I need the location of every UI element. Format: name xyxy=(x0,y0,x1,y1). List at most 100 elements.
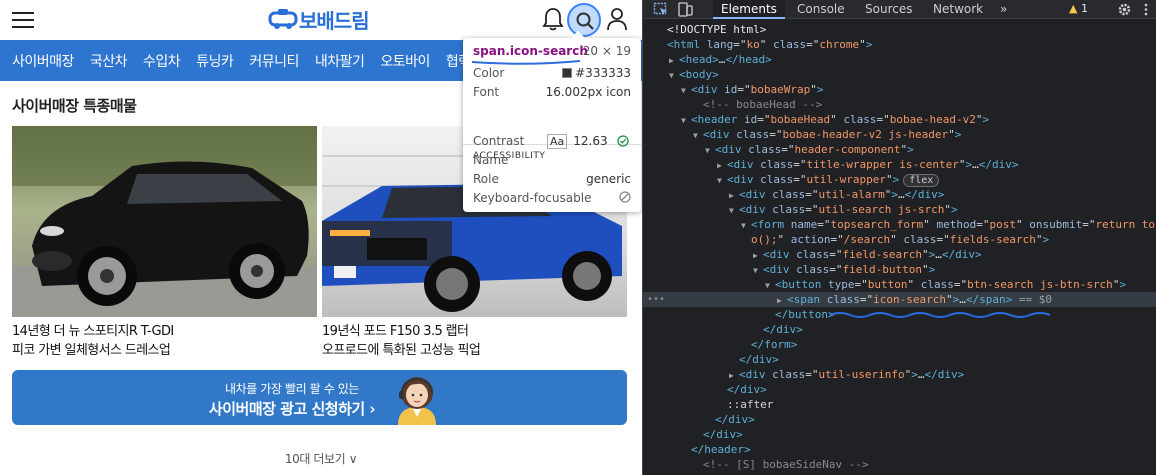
tab-elements[interactable]: Elements xyxy=(713,0,785,19)
devtools-tabbar: Elements Console Sources Network » ▲ 1 xyxy=(643,0,1156,19)
tab-sources[interactable]: Sources xyxy=(865,0,912,19)
nav-item[interactable]: 튜닝카 xyxy=(196,51,234,71)
dom-node[interactable]: </div> xyxy=(643,352,1156,367)
tooltip-selector: span.icon-search xyxy=(473,44,588,58)
dom-node[interactable]: ▼ <div class="util-wrapper"> flex xyxy=(643,172,1156,187)
dom-node[interactable]: ▶ <div class="field-search">…</div> xyxy=(643,247,1156,262)
expand-triangle-icon[interactable]: ▼ xyxy=(753,263,763,278)
collapse-triangle-icon[interactable]: ▶ xyxy=(729,368,739,383)
tooltip-dimensions: 20 × 19 xyxy=(582,44,631,58)
listing-title-line1[interactable]: 19년식 포드 F150 3.5 랩터 xyxy=(322,322,627,341)
section-title: 사이버매장 특종매물 xyxy=(12,97,137,115)
tooltip-row-font: Font 16.002px icon xyxy=(473,85,631,99)
dom-node[interactable]: ▼ <header id="bobaeHead" class="bobae-hea… xyxy=(643,112,1156,127)
site-logo[interactable]: 보배드림 xyxy=(268,5,370,33)
dom-node[interactable]: <html lang="ko" class="chrome"> xyxy=(643,37,1156,52)
collapse-triangle-icon[interactable]: ▶ xyxy=(777,293,787,308)
user-icon xyxy=(607,8,627,31)
check-circle-icon xyxy=(617,135,630,147)
collapse-triangle-icon[interactable]: ▶ xyxy=(729,188,739,203)
dom-node[interactable]: <!DOCTYPE html> xyxy=(643,22,1156,37)
dom-node[interactable]: ▼ <div class="util-search js-srch"> xyxy=(643,202,1156,217)
nav-item[interactable]: 국산차 xyxy=(90,51,128,71)
alarm-button[interactable] xyxy=(542,6,564,34)
search-icon xyxy=(576,12,594,30)
bell-icon xyxy=(542,8,564,31)
flex-badge[interactable]: flex xyxy=(903,174,940,187)
dom-node[interactable]: ▼ <button type="button" class="btn-search… xyxy=(643,277,1156,292)
menu-icon[interactable] xyxy=(12,11,34,29)
load-more-link[interactable]: 10대 더보기 ∨ xyxy=(0,450,642,467)
listing-card-1[interactable]: 14년형 더 뉴 스포티지R T-GDI 피코 가변 일체형서스 드레스업 xyxy=(12,126,317,360)
dom-node-selected[interactable]: ••• ▶ <span class="icon-search">…</span> =… xyxy=(643,292,1156,307)
dom-node[interactable]: ▶ <div class="util-userinfo">…</div> xyxy=(643,367,1156,382)
expand-triangle-icon[interactable]: ▼ xyxy=(693,128,703,143)
expand-triangle-icon[interactable]: ▼ xyxy=(765,278,775,293)
expand-triangle-icon[interactable]: ▼ xyxy=(729,203,739,218)
tooltip-row-contrast: Contrast Aa 12.63 xyxy=(473,134,631,150)
banner-cta[interactable]: 사이버매장 광고 신청하기 › xyxy=(12,398,572,419)
tooltip-row-role: Role generic xyxy=(473,172,631,186)
collapse-triangle-icon[interactable]: ▶ xyxy=(717,158,727,173)
car-logo-icon xyxy=(268,9,298,29)
dom-node[interactable]: ▶ <head>…</head> xyxy=(643,52,1156,67)
dom-node[interactable]: ▼ <form name="topsearch_form" method="pos… xyxy=(643,217,1156,232)
listing-title-line2[interactable]: 오프로드에 특화된 고성능 픽업 xyxy=(322,341,627,360)
listing-photo[interactable] xyxy=(12,126,317,317)
dom-node[interactable]: </div> xyxy=(643,322,1156,337)
devtools-panel: Elements Console Sources Network » ▲ 1 <… xyxy=(642,0,1156,475)
nav-item[interactable]: 내차팔기 xyxy=(315,51,365,71)
nav-item[interactable]: 오토바이 xyxy=(380,51,430,71)
gear-icon[interactable] xyxy=(1117,2,1132,17)
inspect-element-icon[interactable] xyxy=(653,2,669,17)
expand-triangle-icon[interactable]: ▼ xyxy=(741,218,751,233)
dom-node[interactable]: ▼ <div id="bobaeWrap"> xyxy=(643,82,1156,97)
expand-triangle-icon[interactable]: ▼ xyxy=(681,113,691,128)
nav-item[interactable]: 사이버매장 xyxy=(12,51,74,71)
expand-triangle-icon[interactable]: ▼ xyxy=(669,68,679,83)
collapse-triangle-icon[interactable]: ▶ xyxy=(669,53,679,68)
dom-node[interactable]: ▼ <div class="field-button"> xyxy=(643,262,1156,277)
warnings-badge[interactable]: ▲ 1 xyxy=(1069,2,1088,17)
tooltip-row-keyboard: Keyboard-focusable xyxy=(473,191,631,207)
tooltip-row-color: Color #333333 xyxy=(473,66,631,80)
dom-node[interactable]: </header> xyxy=(643,442,1156,457)
selection-underline xyxy=(829,312,1051,318)
dom-node[interactable]: ▼ <div class="bobae-header-v2 js-header"> xyxy=(643,127,1156,142)
dom-node[interactable]: ▼ <div class="header-component"> xyxy=(643,142,1156,157)
listing-title-line1[interactable]: 14년형 더 뉴 스포티지R T-GDI xyxy=(12,322,317,341)
more-tabs-button[interactable]: » xyxy=(1000,0,1007,19)
dom-node[interactable]: ::after xyxy=(643,397,1156,412)
expand-triangle-icon[interactable]: ▼ xyxy=(705,143,715,158)
warning-icon: ▲ xyxy=(1069,2,1078,15)
user-button[interactable] xyxy=(606,6,628,34)
dom-node[interactable]: ▶ <div class="title-wrapper is-center">…<… xyxy=(643,157,1156,172)
kebab-menu-icon[interactable] xyxy=(1143,2,1149,17)
tab-network[interactable]: Network xyxy=(933,0,983,19)
dom-node[interactable]: </div> xyxy=(643,382,1156,397)
dom-node[interactable]: ▼ <body> xyxy=(643,67,1156,82)
collapse-triangle-icon[interactable]: ▶ xyxy=(753,248,763,263)
device-toolbar-icon[interactable] xyxy=(677,2,693,17)
logo-text: 보배드림 xyxy=(299,8,370,33)
dom-node[interactable]: ▶ <div class="util-alarm">…</div> xyxy=(643,187,1156,202)
dom-node[interactable]: </form> xyxy=(643,337,1156,352)
not-focusable-icon xyxy=(619,191,631,203)
mobile-page-viewport: 보배드림 사이버매장 국산차 수입차 튜닝카 커뮤니티 내차팔기 오토바이 협력 사이버매장 … xyxy=(0,0,642,475)
inspector-tooltip: span.icon-search 20 × 19 Color #333333 F… xyxy=(463,31,641,212)
dom-node[interactable]: <!-- [S] bobaeSideNav --> xyxy=(643,457,1156,472)
dom-node[interactable]: <!-- bobaeHead --> xyxy=(643,97,1156,112)
dom-node[interactable]: o();" action="/search" class="fields-sea… xyxy=(643,232,1156,247)
dom-node[interactable]: </div> xyxy=(643,412,1156,427)
expand-triangle-icon[interactable]: ▼ xyxy=(681,83,691,98)
listing-title-line2[interactable]: 피코 가변 일체형서스 드레스업 xyxy=(12,341,317,360)
nav-item[interactable]: 커뮤니티 xyxy=(249,51,299,71)
nav-item[interactable]: 수입차 xyxy=(143,51,181,71)
operator-illustration-icon xyxy=(398,377,436,425)
dom-node[interactable]: </div> xyxy=(643,427,1156,442)
tab-console[interactable]: Console xyxy=(797,0,845,19)
ellipsis-icon: ••• xyxy=(647,294,666,305)
cyber-store-ad-banner[interactable]: 내차를 가장 빨리 팔 수 있는 사이버매장 광고 신청하기 › xyxy=(12,370,627,425)
highlight-underline xyxy=(471,60,581,65)
expand-triangle-icon[interactable]: ▼ xyxy=(717,173,727,188)
